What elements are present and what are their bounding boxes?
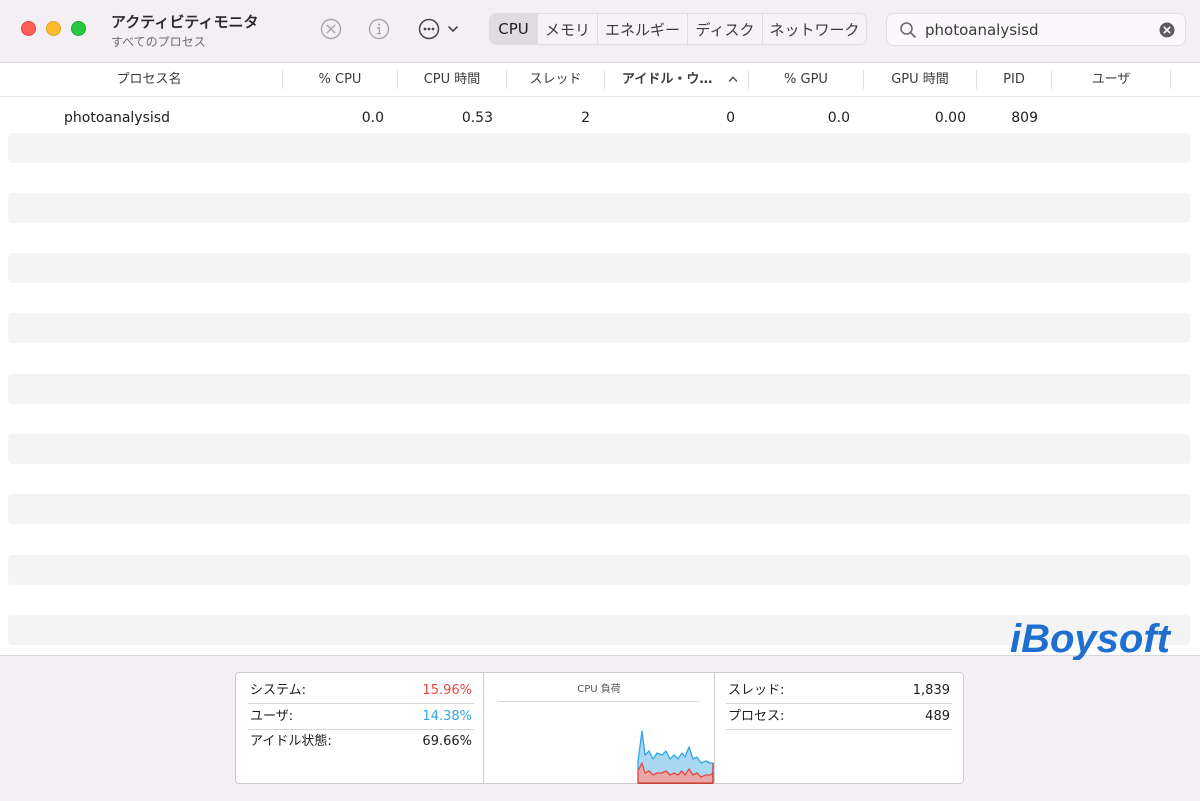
empty-row (8, 313, 1190, 343)
system-stat: システム: 15.96% (250, 679, 472, 703)
close-window-button[interactable] (21, 21, 36, 36)
column-user[interactable]: ユーザ (1052, 63, 1170, 96)
clear-search-icon[interactable] (1159, 22, 1175, 38)
column-divider (483, 673, 484, 783)
minimize-window-button[interactable] (46, 21, 61, 36)
threads-stat: スレッド: 1,839 (728, 679, 950, 703)
search-field[interactable]: photoanalysisd (886, 13, 1186, 46)
toolbar: アクティビティモニタ すべてのプロセス CPU メモリ エネルギー ディスク ネ… (0, 0, 1200, 63)
processes-label: プロセス: (728, 709, 785, 724)
cell-threads: 2 (581, 110, 590, 126)
table-header: プロセス名 % CPU CPU 時間 スレッド アイドル・ウ… % GPU GP… (0, 63, 1200, 97)
cell-gpu-percent: 0.0 (827, 110, 850, 126)
column-threads[interactable]: スレッド (507, 63, 604, 96)
search-input[interactable]: photoanalysisd (925, 21, 1039, 39)
empty-row (8, 374, 1190, 404)
user-label: ユーザ: (250, 709, 294, 724)
chart-divider (498, 701, 700, 702)
column-gpu-time[interactable]: GPU 時間 (864, 63, 976, 96)
table-row[interactable]: photoanalysisd 0.0 0.53 2 0 0.0 0.00 809 (0, 103, 1200, 133)
sort-ascending-icon (728, 76, 738, 82)
column-cpu-time[interactable]: CPU 時間 (398, 63, 506, 96)
user-value: 14.38% (422, 709, 472, 724)
empty-row (8, 555, 1190, 585)
window-subtitle: すべてのプロセス (111, 35, 206, 49)
process-table: プロセス名 % CPU CPU 時間 スレッド アイドル・ウ… % GPU GP… (0, 63, 1200, 655)
idle-stat: アイドル状態: 69.66% (250, 730, 472, 754)
divider (726, 729, 952, 730)
cell-idle-wakeups: 0 (726, 110, 735, 126)
idle-label: アイドル状態: (250, 734, 332, 749)
zoom-window-button[interactable] (71, 21, 86, 36)
tab-cpu[interactable]: CPU (490, 14, 538, 44)
user-stat: ユーザ: 14.38% (250, 705, 472, 729)
divider (248, 703, 474, 704)
column-divider[interactable] (1170, 70, 1171, 89)
tab-disk[interactable]: ディスク (688, 14, 763, 44)
stop-process-icon[interactable] (319, 17, 343, 41)
system-label: システム: (250, 683, 306, 698)
empty-row (8, 253, 1190, 283)
window-title: アクティビティモニタ (111, 13, 259, 31)
column-gpu-percent[interactable]: % GPU (749, 63, 863, 96)
view-tabs: CPU メモリ エネルギー ディスク ネットワーク (489, 13, 867, 45)
cpu-summary-box: システム: 15.96% ユーザ: 14.38% アイドル状態: 69.66% … (235, 672, 964, 784)
column-process-name[interactable]: プロセス名 (18, 63, 280, 96)
empty-row (8, 193, 1190, 223)
cpu-load-graph (637, 730, 714, 784)
cell-process-name: photoanalysisd (64, 110, 170, 126)
column-pid[interactable]: PID (977, 63, 1051, 96)
cpu-load-title: CPU 負荷 (577, 684, 621, 695)
cell-pid: 809 (1011, 110, 1038, 126)
empty-row (8, 133, 1190, 163)
system-value: 15.96% (422, 683, 472, 698)
more-actions-icon[interactable] (417, 17, 463, 41)
search-icon (900, 22, 916, 38)
cell-gpu-time: 0.00 (934, 110, 966, 126)
idle-value: 69.66% (422, 734, 472, 749)
empty-row (8, 434, 1190, 464)
threads-value: 1,839 (912, 683, 950, 698)
column-cpu-percent[interactable]: % CPU (283, 63, 397, 96)
processes-value: 489 (925, 709, 950, 724)
processes-stat: プロセス: 489 (728, 705, 950, 729)
iboysoft-logo: iBoysoft (1010, 617, 1172, 660)
cell-cpu-time: 0.53 (461, 110, 493, 126)
tab-network[interactable]: ネットワーク (763, 14, 866, 44)
cell-cpu-percent: 0.0 (361, 110, 384, 126)
summary-panel: システム: 15.96% ユーザ: 14.38% アイドル状態: 69.66% … (0, 655, 1200, 801)
logo-text: iBoysoft (1010, 617, 1172, 660)
divider (726, 703, 952, 704)
tab-energy[interactable]: エネルギー (598, 14, 688, 44)
empty-row (8, 494, 1190, 524)
threads-label: スレッド: (728, 683, 785, 698)
tab-memory[interactable]: メモリ (538, 14, 598, 44)
column-idle-wakeups[interactable]: アイドル・ウ… (605, 63, 723, 96)
info-icon[interactable] (367, 17, 391, 41)
